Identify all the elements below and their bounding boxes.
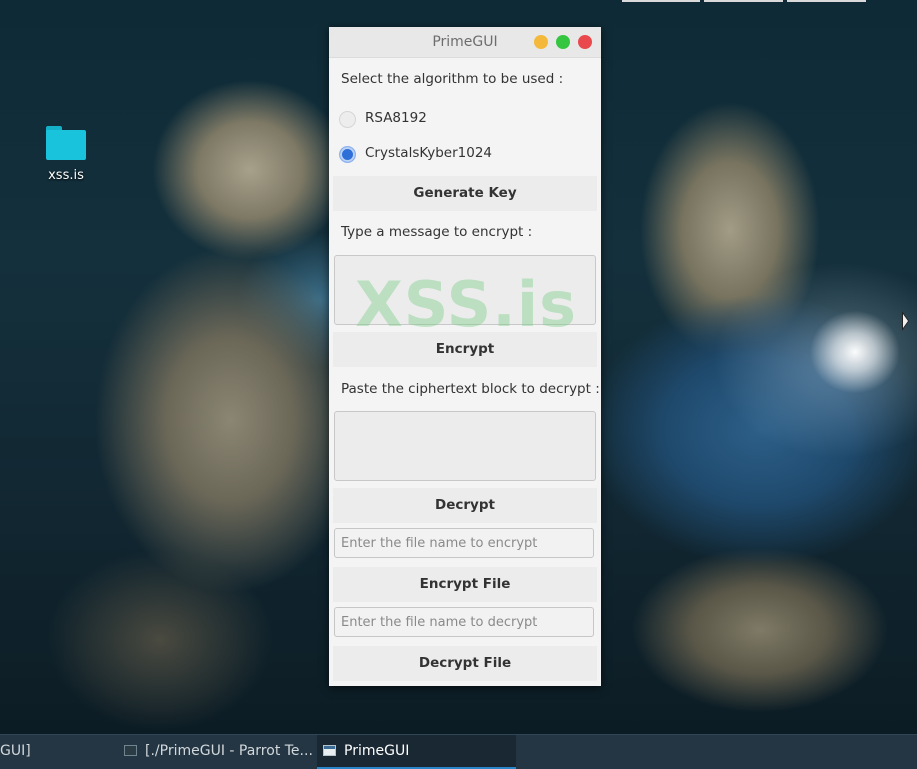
radio-circle[interactable]	[339, 111, 356, 128]
desktop-folder-xss[interactable]: xss.is	[34, 124, 98, 183]
window-titlebar[interactable]: PrimeGUI	[329, 27, 601, 58]
top-panel-segment	[622, 0, 700, 2]
maximize-button[interactable]	[556, 35, 570, 49]
decrypt-file-button[interactable]: Decrypt File	[333, 646, 597, 681]
desktop-icon-label: xss.is	[48, 168, 84, 183]
taskbar-item-label: [./PrimeGUI - Parrot Te...	[145, 743, 313, 759]
encrypt-file-input[interactable]	[334, 528, 594, 558]
decrypt-file-input[interactable]	[334, 607, 594, 637]
taskbar-item-gui[interactable]: GUI]	[0, 735, 110, 769]
encrypt-prompt: Type a message to encrypt :	[341, 224, 533, 240]
terminal-icon	[124, 744, 137, 756]
generate-key-button[interactable]: Generate Key	[333, 176, 597, 211]
top-panel-segment	[787, 0, 866, 2]
taskbar: GUI] [./PrimeGUI - Parrot Te... PrimeGUI	[0, 734, 917, 769]
radio-label: RSA8192	[365, 110, 427, 126]
algorithm-prompt: Select the algorithm to be used :	[341, 71, 564, 87]
encrypt-button[interactable]: Encrypt	[333, 332, 597, 367]
taskbar-item-primegui[interactable]: PrimeGUI	[317, 735, 516, 769]
minimize-button[interactable]	[534, 35, 548, 49]
primegui-window: PrimeGUI Select the algorithm to be used…	[329, 27, 601, 686]
encrypt-file-button[interactable]: Encrypt File	[333, 567, 597, 602]
taskbar-item-label: GUI]	[0, 743, 31, 759]
radio-circle-checked[interactable]	[339, 146, 356, 163]
window-content: Select the algorithm to be used : RSA819…	[329, 58, 601, 686]
taskbar-item-terminal[interactable]: [./PrimeGUI - Parrot Te...	[124, 735, 314, 769]
decrypt-button[interactable]: Decrypt	[333, 488, 597, 523]
ciphertext-input[interactable]	[334, 411, 596, 481]
encrypt-message-input[interactable]	[334, 255, 596, 325]
decrypt-prompt: Paste the ciphertext block to decrypt :	[341, 381, 600, 397]
taskbar-item-label: PrimeGUI	[344, 743, 410, 759]
mouse-cursor-icon	[902, 311, 909, 331]
radio-label: CrystalsKyber1024	[365, 145, 492, 161]
top-panel-segment	[704, 0, 783, 2]
window-icon	[323, 744, 336, 756]
close-button[interactable]	[578, 35, 592, 49]
folder-icon	[46, 124, 86, 160]
